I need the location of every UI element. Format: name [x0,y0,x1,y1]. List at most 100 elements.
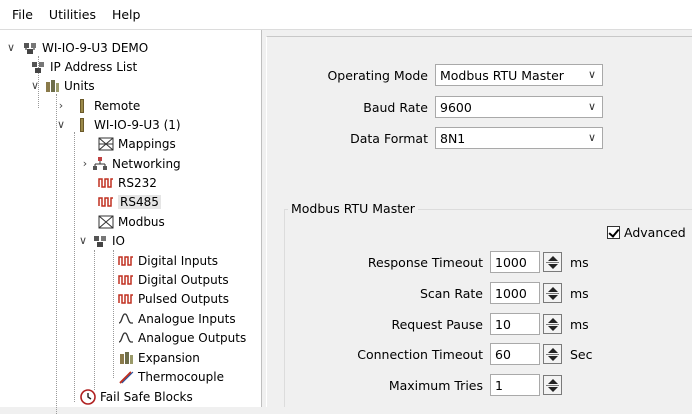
tree-item-networking[interactable]: › Networking [80,154,181,173]
tree-item-digital-inputs[interactable]: Digital Inputs [118,251,218,270]
tree-item-rs485[interactable]: RS485 [98,192,161,211]
tree-label: Analogue Inputs [138,311,236,326]
serial-signal-icon [98,175,114,191]
baud-rate-select[interactable]: 9600 ∨ [435,96,603,118]
unit-module-icon [74,98,90,114]
tree-label: Remote [94,98,141,113]
analogue-wave-icon [118,311,134,327]
module-rack-icon [118,350,134,366]
menu-utilities[interactable]: Utilities [41,7,104,22]
operating-mode-label: Operating Mode [327,68,428,83]
collapse-icon[interactable]: ∨ [56,118,66,131]
tree-label: Digital Inputs [138,253,219,268]
arrow-up-icon[interactable] [548,379,558,384]
tree-item-unit-1[interactable]: ∨ WI-IO-9-U3 (1) [56,115,181,134]
tree-label: RS232 [118,175,157,190]
advanced-label: Advanced [624,225,686,240]
arrow-down-icon[interactable] [548,264,558,269]
tree-label: WI-IO-9-U3 DEMO [42,40,149,55]
tree-item-io[interactable]: ∨ IO [78,231,125,250]
tree-item-digital-outputs[interactable]: Digital Outputs [118,270,229,289]
tree-root[interactable]: ∨ WI-IO-9-U3 DEMO [6,38,148,57]
connection-timeout-input[interactable]: 60 [490,343,540,365]
serial-signal-icon [98,194,114,210]
menu-file[interactable]: File [4,7,41,22]
tree-item-expansion[interactable]: Expansion [118,348,200,367]
tree-item-fail-safe[interactable]: Fail Safe Blocks [80,387,193,406]
tree-item-pulsed-outputs[interactable]: Pulsed Outputs [118,289,229,308]
scan-rate-unit: ms [570,286,589,301]
arrow-down-icon[interactable] [548,387,558,392]
arrow-up-icon[interactable] [548,287,558,292]
tree-item-mappings[interactable]: Mappings [98,134,176,153]
max-tries-spinner[interactable] [543,375,562,395]
expand-icon[interactable]: › [80,157,90,170]
baud-rate-value: 9600 [440,99,472,115]
max-tries-label: Maximum Tries [388,378,483,393]
menu-help[interactable]: Help [104,7,149,22]
response-timeout-label: Response Timeout [367,255,483,270]
response-timeout-spinner[interactable] [543,252,562,272]
tree-label: IO [112,233,125,248]
module-rack-icon [44,78,60,94]
tree-label: Thermocouple [138,369,224,384]
chevron-down-icon: ∨ [587,68,596,81]
scan-rate-spinner[interactable] [543,283,562,303]
mappings-icon [98,136,114,152]
arrow-up-icon[interactable] [548,348,558,353]
tree-item-analogue-outputs[interactable]: Analogue Outputs [118,328,246,347]
data-format-label: Data Format [350,131,428,146]
max-tries-input[interactable]: 1 [490,374,540,396]
checkbox-checked-icon[interactable] [607,226,620,239]
tree-item-thermocouple[interactable]: Thermocouple [118,367,224,386]
expand-icon[interactable]: › [56,99,66,112]
arrow-down-icon[interactable] [548,295,558,300]
menu-bar: File Utilities Help [0,0,692,30]
arrow-up-icon[interactable] [548,256,558,261]
tree-item-modbus[interactable]: Modbus [98,212,165,231]
connection-timeout-spinner[interactable] [543,344,562,364]
response-timeout-input[interactable]: 1000 [490,251,540,273]
tree-item-units[interactable]: ∨ Units [30,76,95,95]
operating-mode-select[interactable]: Modbus RTU Master ∨ [435,64,603,86]
tree-label: Analogue Outputs [138,330,247,345]
connection-timeout-unit: Sec [570,347,593,362]
tree-label: Modbus [118,214,165,229]
arrow-down-icon[interactable] [548,326,558,331]
device-tree[interactable]: ∨ WI-IO-9-U3 DEMO IP Address List ∨ Unit… [0,30,262,414]
modbus-icon [98,214,114,230]
max-tries-value: 1 [495,377,503,393]
tree-item-remote[interactable]: › Remote [56,96,140,115]
tree-item-rs232[interactable]: RS232 [98,173,157,192]
group-title: Modbus RTU Master [288,201,418,216]
io-device-icon [92,233,108,249]
tree-label: Fail Safe Blocks [100,389,193,404]
tree-label: Networking [112,156,181,171]
arrow-up-icon[interactable] [548,318,558,323]
request-pause-spinner[interactable] [543,314,562,334]
collapse-icon[interactable]: ∨ [78,234,88,247]
clock-icon [80,388,96,405]
digital-signal-icon [118,253,134,269]
collapse-icon[interactable]: ∨ [30,79,40,92]
request-pause-unit: ms [570,317,589,332]
connection-timeout-label: Connection Timeout [357,347,483,362]
request-pause-value: 10 [495,316,511,332]
tree-label: Digital Outputs [138,272,229,287]
analogue-wave-icon [118,330,134,346]
networking-icon [92,156,108,172]
collapse-icon[interactable]: ∨ [6,41,16,54]
request-pause-input[interactable]: 10 [490,313,540,335]
scan-rate-input[interactable]: 1000 [490,282,540,304]
tree-label: Pulsed Outputs [138,291,229,306]
data-format-select[interactable]: 8N1 ∨ [435,127,603,149]
arrow-down-icon[interactable] [548,356,558,361]
tree-label: WI-IO-9-U3 (1) [94,117,181,132]
tree-item-analogue-inputs[interactable]: Analogue Inputs [118,309,236,328]
digital-signal-icon [118,272,134,288]
connection-timeout-value: 60 [495,346,511,362]
baud-rate-label: Baud Rate [363,100,428,115]
advanced-checkbox[interactable]: Advanced [607,225,686,240]
network-device-icon [22,40,38,56]
tree-item-ip-list[interactable]: IP Address List [30,57,137,76]
